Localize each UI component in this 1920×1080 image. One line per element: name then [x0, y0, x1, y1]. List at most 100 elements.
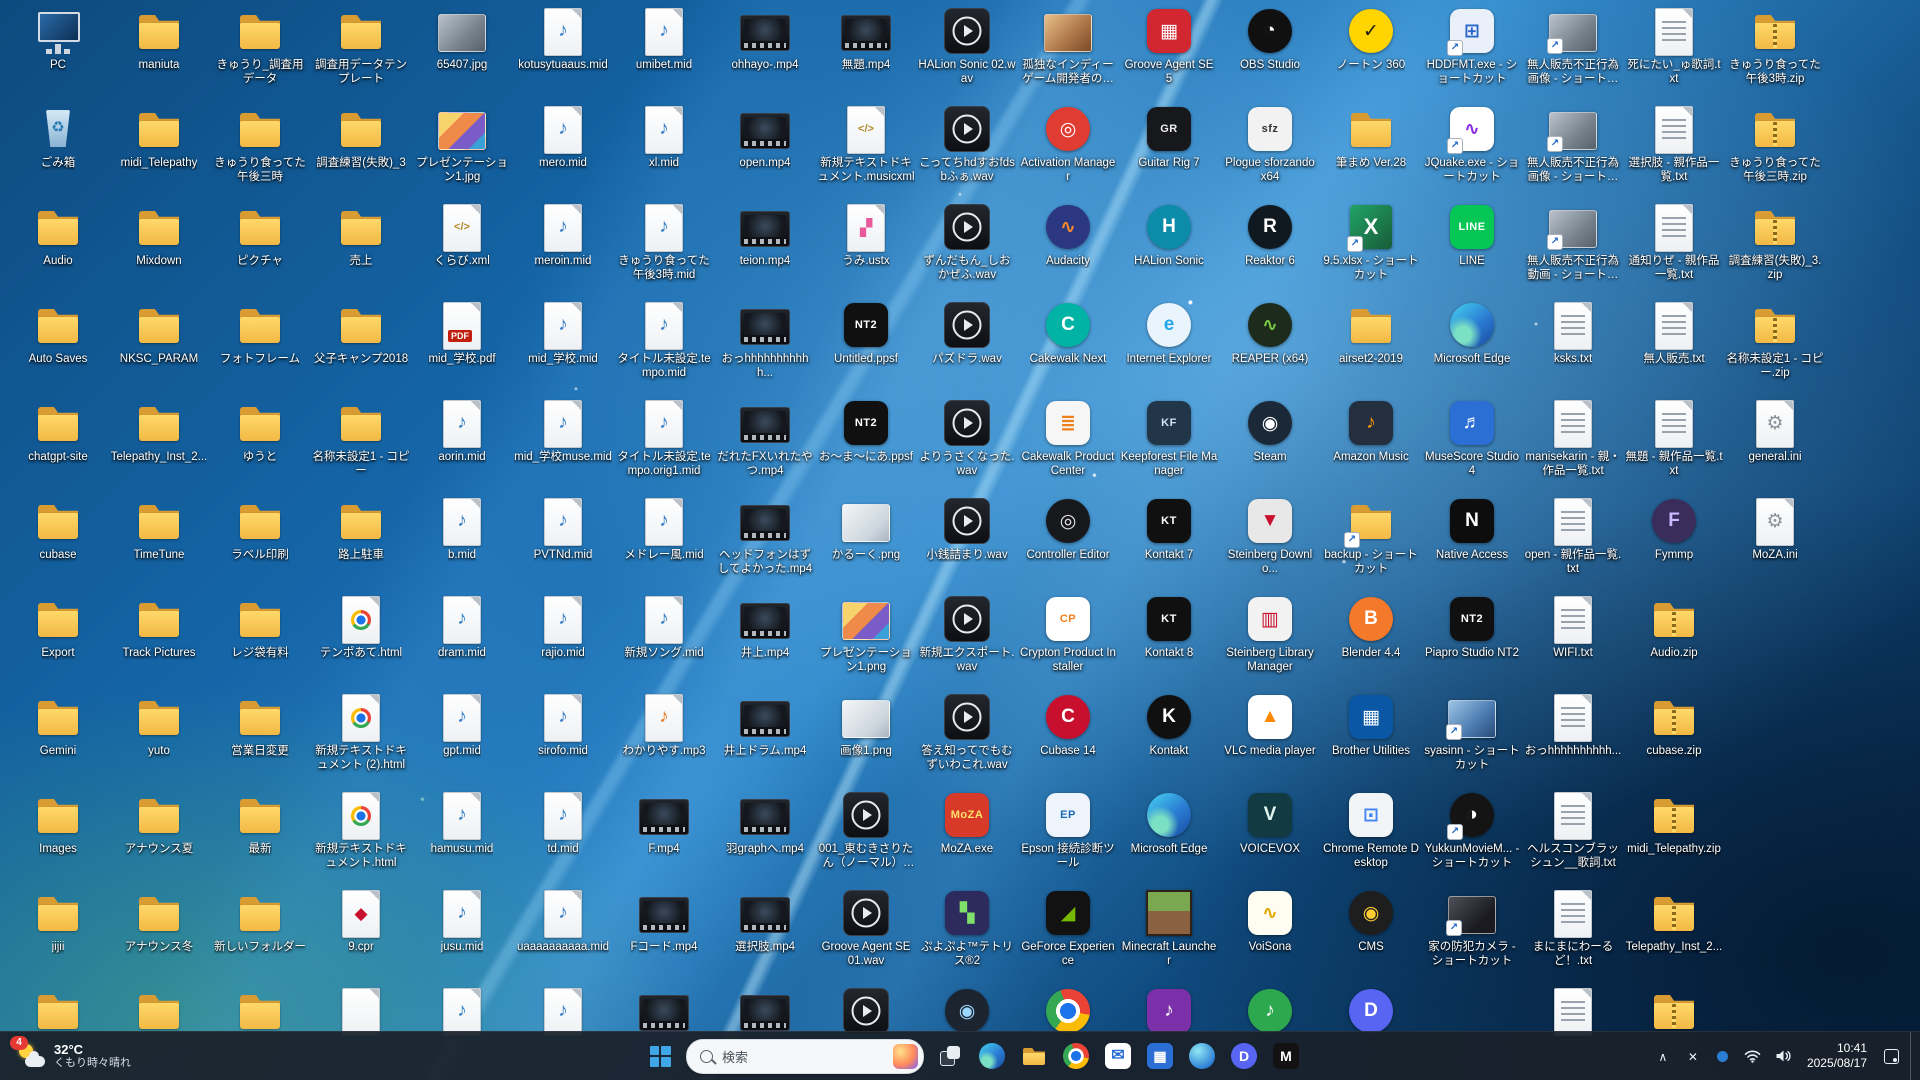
notification-center-button[interactable]	[1877, 1036, 1905, 1076]
desktop-icon[interactable]: mid_学校muse.mid	[513, 398, 613, 494]
desktop-icon[interactable]: cubase	[8, 496, 108, 592]
desktop-icon[interactable]: ▦Brother Utilities	[1321, 692, 1421, 788]
desktop-icon[interactable]: プレゼンテーション1.jpg	[412, 104, 512, 200]
desktop-icon[interactable]: テンポあて.html	[311, 594, 411, 690]
desktop-icon[interactable]: airset2-2019	[1321, 300, 1421, 396]
desktop-icon[interactable]: 調査練習(失敗)_3	[311, 104, 411, 200]
desktop-icon[interactable]: teion.mp4	[715, 202, 815, 298]
desktop-icon[interactable]: きゅうり_調査用データ	[210, 6, 310, 102]
desktop-icon[interactable]: td.mid	[513, 790, 613, 886]
desktop-icon[interactable]: manisekarin - 親・作品一覧.txt	[1523, 398, 1623, 494]
desktop-icon[interactable]: backup - ショートカット	[1321, 496, 1421, 592]
desktop-icon[interactable]: 新規エクスポート.wav	[917, 594, 1017, 690]
taskbar-explorer-button[interactable]	[1014, 1036, 1054, 1076]
desktop-icon[interactable]: F.mp4	[614, 790, 714, 886]
taskbar-discord-button[interactable]: D	[1224, 1036, 1264, 1076]
desktop-icon[interactable]: CCubase 14	[1018, 692, 1118, 788]
desktop-icon[interactable]: ▥Steinberg Library Manager	[1220, 594, 1320, 690]
desktop-icon[interactable]: アナウンス冬	[109, 888, 209, 984]
desktop-icon[interactable]: 通知りぜ - 親作品一覧.txt	[1624, 202, 1724, 298]
desktop-icon[interactable]: 調査練習(失敗)_3.zip	[1725, 202, 1825, 298]
desktop-icon[interactable]: 新しいフォルダー	[210, 888, 310, 984]
desktop-icon[interactable]: jusu.mid	[412, 888, 512, 984]
desktop-icon[interactable]: NT2Piapro Studio NT2	[1422, 594, 1522, 690]
desktop-icon[interactable]: 無人販売不正行為動画 - ショートカット	[1523, 202, 1623, 298]
desktop-icon[interactable]: きゅうり食ってた午後三時.zip	[1725, 104, 1825, 200]
desktop-icon[interactable]: Images	[8, 790, 108, 886]
desktop-icon[interactable]: 筆まめ Ver.28	[1321, 104, 1421, 200]
desktop-icon[interactable]: 井上ドラム.mp4	[715, 692, 815, 788]
desktop-icon[interactable]: yuto	[109, 692, 209, 788]
desktop-icon[interactable]: 名称未設定1 - コピー	[311, 398, 411, 494]
desktop-icon[interactable]: 65407.jpg	[412, 6, 512, 102]
desktop-icon[interactable]: ◢GeForce Experience	[1018, 888, 1118, 984]
desktop-icon[interactable]: Gemini	[8, 692, 108, 788]
desktop-icon[interactable]: ▼Steinberg Downlo...	[1220, 496, 1320, 592]
desktop-icon[interactable]: 選択肢.mp4	[715, 888, 815, 984]
desktop-icon[interactable]: ◉Steam	[1220, 398, 1320, 494]
desktop-icon[interactable]: わかりやす.mp3	[614, 692, 714, 788]
desktop-icon[interactable]: まにまにわーるど！.txt	[1523, 888, 1623, 984]
desktop-icon[interactable]: かるーく.png	[816, 496, 916, 592]
desktop-icon[interactable]: 羽graphへ.mp4	[715, 790, 815, 886]
desktop-icon[interactable]: きゅうり食ってた午後3時.zip	[1725, 6, 1825, 102]
desktop-icon[interactable]: 無題 - 親作品一覧.txt	[1624, 398, 1724, 494]
desktop-icon[interactable]: PC	[8, 6, 108, 102]
desktop-icon[interactable]: BBlender 4.4	[1321, 594, 1421, 690]
desktop-icon[interactable]: dram.mid	[412, 594, 512, 690]
desktop-icon[interactable]: 新規テキストドキュメント (2).html	[311, 692, 411, 788]
desktop-icon[interactable]: WIFI.txt	[1523, 594, 1623, 690]
desktop-icon[interactable]: ∿Audacity	[1018, 202, 1118, 298]
desktop-icon[interactable]: ◎Controller Editor	[1018, 496, 1118, 592]
desktop-icon[interactable]: ✓ノートン 360	[1321, 6, 1421, 102]
desktop-icon[interactable]: 路上駐車	[311, 496, 411, 592]
clock[interactable]: 10:41 2025/08/17	[1799, 1037, 1875, 1075]
desktop-icon[interactable]: ▲VLC media player	[1220, 692, 1320, 788]
search-box[interactable]: 検索	[686, 1039, 924, 1074]
tray-app-button[interactable]	[1709, 1036, 1737, 1076]
desktop-icon[interactable]: 井上.mp4	[715, 594, 815, 690]
desktop-icon[interactable]: ずんだもん_しおかぜふ.wav	[917, 202, 1017, 298]
desktop-icon[interactable]: gpt.mid	[412, 692, 512, 788]
desktop-icon[interactable]: eInternet Explorer	[1119, 300, 1219, 396]
desktop-icon[interactable]: よりうさくなった.wav	[917, 398, 1017, 494]
desktop-icon[interactable]: 答え知ってでもむずいわこれ.wav	[917, 692, 1017, 788]
desktop-icon[interactable]: 名称未設定1 - コピー.zip	[1725, 300, 1825, 396]
desktop-icon[interactable]: EPEpson 接続診断ツール	[1018, 790, 1118, 886]
desktop-icon[interactable]: 9.cpr	[311, 888, 411, 984]
desktop-icon[interactable]: ラベル印刷	[210, 496, 310, 592]
desktop-icon[interactable]: KFKeepforest File Manager	[1119, 398, 1219, 494]
desktop-icon[interactable]: ヘッドフォンはずしてよかった.mp4	[715, 496, 815, 592]
tray-x-app-button[interactable]	[1679, 1036, 1707, 1076]
desktop-icon[interactable]: LINELINE	[1422, 202, 1522, 298]
desktop-icon[interactable]: アナウンス夏	[109, 790, 209, 886]
desktop-icon[interactable]: うみ.ustx	[816, 202, 916, 298]
desktop-icon[interactable]: ◑YukkunMovieM... - ショートカット	[1422, 790, 1522, 886]
desktop-icon[interactable]: open - 親作品一覧.txt	[1523, 496, 1623, 592]
desktop-icon[interactable]: Telepathy_Inst_2...	[109, 398, 209, 494]
show-desktop-strip[interactable]	[1910, 1032, 1916, 1080]
desktop-icon[interactable]: ◔OBS Studio	[1220, 6, 1320, 102]
desktop-icon[interactable]: 無題.mp4	[816, 6, 916, 102]
desktop-icon[interactable]: 無人販売.txt	[1624, 300, 1724, 396]
taskbar-mail-button[interactable]: ✉	[1098, 1036, 1138, 1076]
desktop-icon[interactable]: タイトル未設定.tempo.mid	[614, 300, 714, 396]
desktop-icon[interactable]: MoZA.ini	[1725, 496, 1825, 592]
desktop-icon[interactable]: プレゼンテーション1.png	[816, 594, 916, 690]
desktop-icon[interactable]: midi_Telepathy	[109, 104, 209, 200]
desktop-icon[interactable]: Minecraft Launcher	[1119, 888, 1219, 984]
desktop-icon[interactable]: CCakewalk Next	[1018, 300, 1118, 396]
desktop-icon[interactable]: CPCrypton Product Installer	[1018, 594, 1118, 690]
desktop-icon[interactable]: 死にたい_ゅ歌詞.txt	[1624, 6, 1724, 102]
desktop-icon[interactable]: ♪Amazon Music	[1321, 398, 1421, 494]
desktop-icon[interactable]: くらび.xml	[412, 202, 512, 298]
start-button[interactable]	[640, 1036, 680, 1076]
desktop-icon[interactable]: xl.mid	[614, 104, 714, 200]
desktop-icon[interactable]: パズドラ.wav	[917, 300, 1017, 396]
desktop-icon[interactable]: sirofo.mid	[513, 692, 613, 788]
desktop-icon[interactable]: syasinn - ショートカット	[1422, 692, 1522, 788]
desktop-icon[interactable]: chatgpt-site	[8, 398, 108, 494]
desktop-icon[interactable]: kotusytuaaus.mid	[513, 6, 613, 102]
desktop-icon[interactable]: ⊞HDDFMT.exe - ショートカット	[1422, 6, 1522, 102]
desktop-icon[interactable]: cubase.zip	[1624, 692, 1724, 788]
